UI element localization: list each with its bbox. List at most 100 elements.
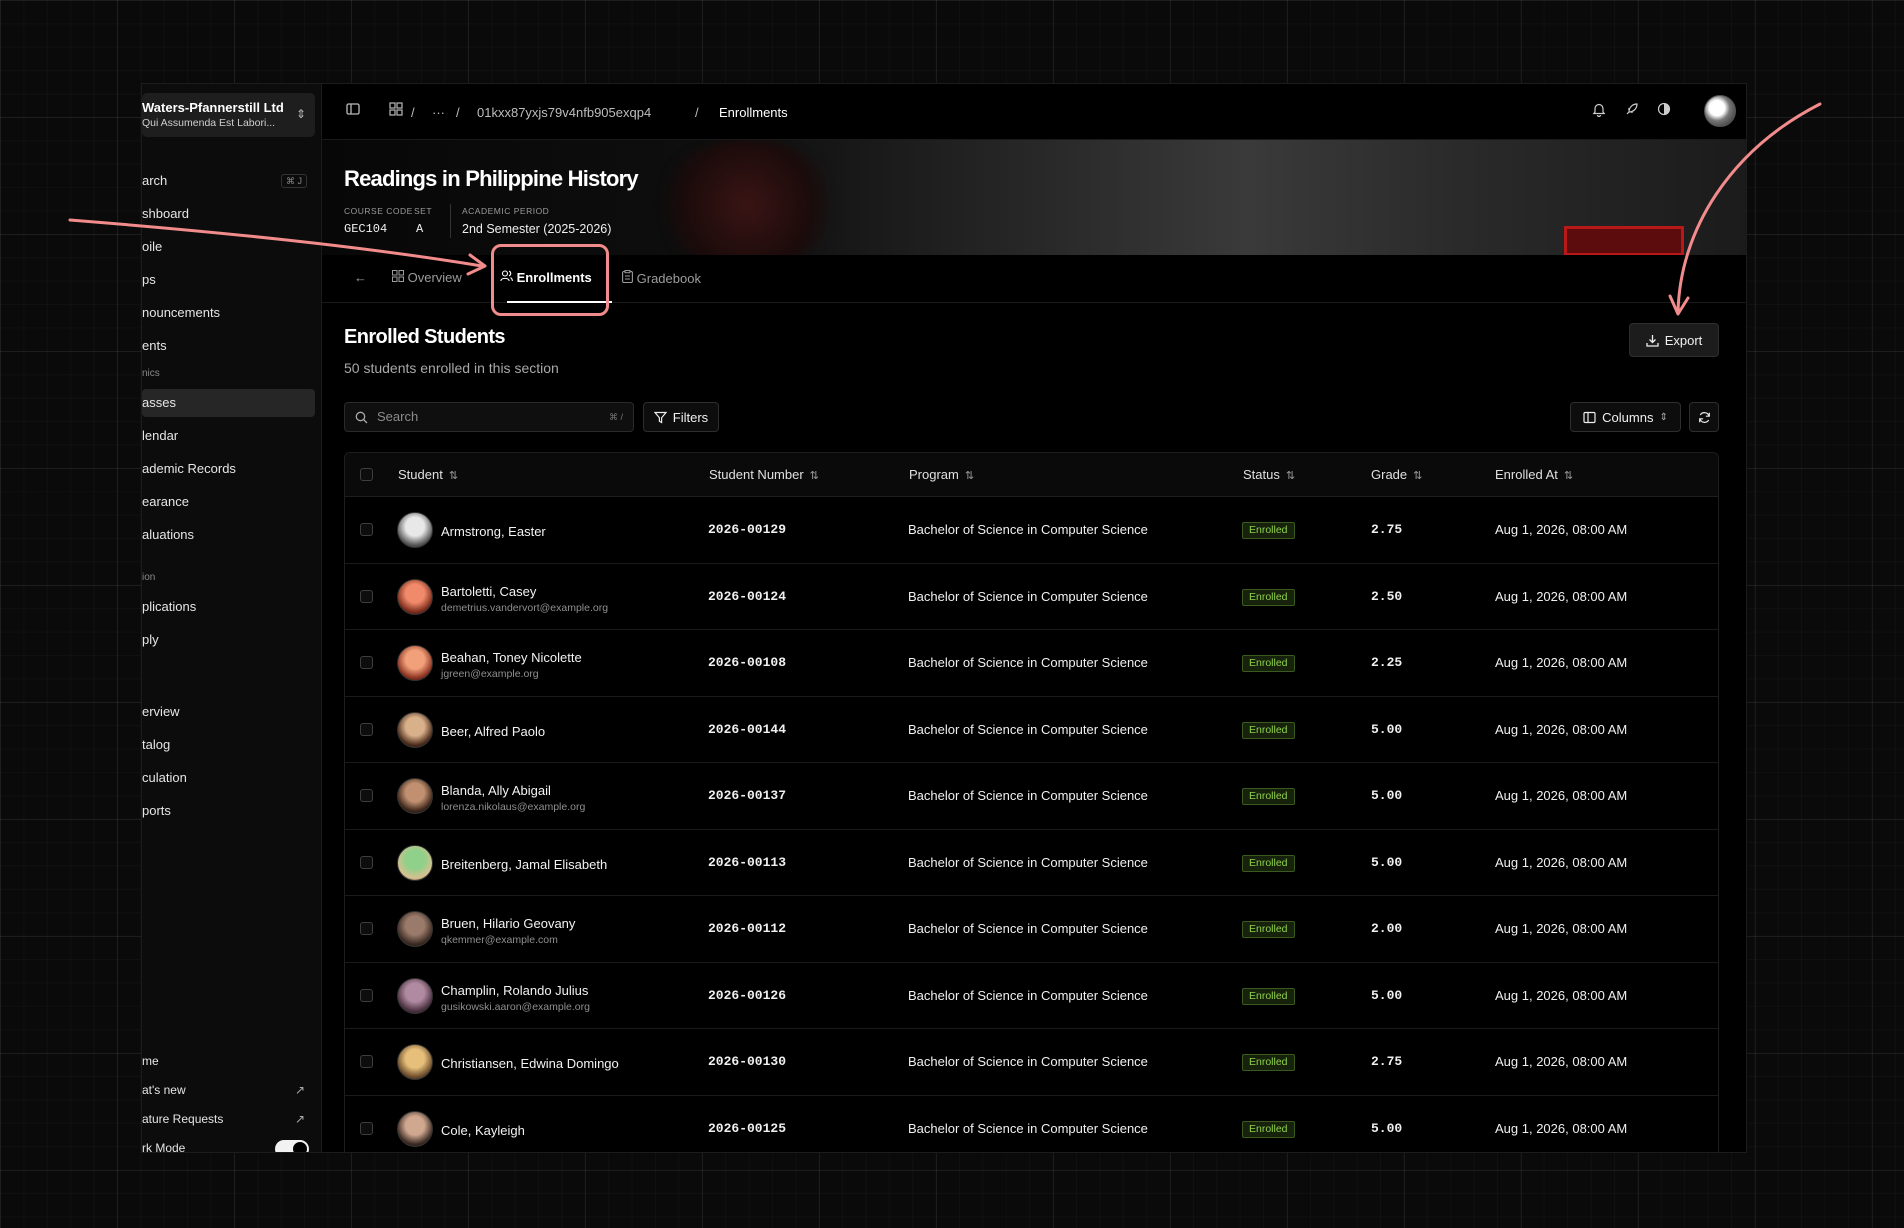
row-checkbox[interactable] xyxy=(360,523,373,536)
sidebar-item-apply[interactable]: ply xyxy=(142,626,315,654)
table-row[interactable]: Breitenberg, Jamal Elisabeth 2026-00113 Ba… xyxy=(345,830,1718,896)
student-name[interactable]: Bartoletti, Casey xyxy=(441,584,536,599)
sort-icon: ⇅ xyxy=(1285,470,1296,482)
sidebar-item-profile[interactable]: oile xyxy=(142,233,315,261)
sidebar-item-applications[interactable]: plications xyxy=(142,593,315,621)
top-bar: / ··· / 01kxx87yxjs79v4nfb905exqp4 / Enr… xyxy=(322,84,1746,140)
sort-icon: ⇅ xyxy=(1413,470,1423,482)
sidebar-item-feature-requests[interactable]: ature Requests ↗ xyxy=(142,1105,315,1133)
row-checkbox[interactable] xyxy=(360,722,373,736)
row-checkbox[interactable] xyxy=(360,988,373,1002)
bell-icon[interactable] xyxy=(1592,102,1606,120)
sidebar-item-home[interactable]: me xyxy=(142,1047,315,1075)
status-badge: Enrolled xyxy=(1242,1120,1295,1138)
sidebar-item-overview[interactable]: erview xyxy=(142,698,315,726)
row-checkbox[interactable] xyxy=(360,1055,373,1068)
sidebar-item-dashboard[interactable]: shboard xyxy=(142,200,315,228)
student-name[interactable]: Breitenberg, Jamal Elisabeth xyxy=(441,857,607,872)
sidebar-item-reports[interactable]: ports xyxy=(142,797,315,825)
avatar xyxy=(397,1110,433,1147)
column-student[interactable]: Student ⇅ xyxy=(398,467,458,482)
dark-mode-toggle[interactable] xyxy=(275,1140,309,1152)
sidebar-item-evaluations[interactable]: aluations xyxy=(142,521,315,549)
sidebar-search[interactable]: arch ⌘ J xyxy=(142,167,315,195)
sidebar-item-clearance[interactable]: earance xyxy=(142,488,315,516)
contrast-icon[interactable] xyxy=(1657,102,1671,119)
sidebar-item-events[interactable]: ents xyxy=(142,332,315,360)
sidebar-item-apps[interactable]: ps xyxy=(142,266,315,294)
search-shortcut: ⌘ J xyxy=(280,174,307,188)
student-email: demetrius.vandervort@example.org xyxy=(441,601,609,614)
sidebar-item-whats-new[interactable]: at's new ↗ xyxy=(142,1076,315,1104)
sidebar-item-calendar[interactable]: lendar xyxy=(142,422,315,450)
sort-icon: ⇅ xyxy=(448,470,459,482)
table-row[interactable]: Champlin, Rolando Julius gusikowski.aaron… xyxy=(345,963,1718,1029)
user-avatar[interactable] xyxy=(1704,95,1736,127)
breadcrumb-separator: / xyxy=(456,105,460,120)
table-row[interactable]: Beahan, Toney Nicolette jgreen@example.or… xyxy=(345,630,1718,697)
divider xyxy=(450,204,451,238)
enrolled-at: Aug 1, 2026, 08:00 AM xyxy=(1495,854,1628,870)
rocket-icon[interactable] xyxy=(1625,102,1639,119)
row-checkbox[interactable] xyxy=(360,922,373,935)
row-checkbox[interactable] xyxy=(360,855,373,869)
student-name[interactable]: Bruen, Hilario Geovany xyxy=(441,916,575,931)
row-checkbox[interactable] xyxy=(360,789,373,802)
table-row[interactable]: Christiansen, Edwina Domingo 2026-00130 Ba… xyxy=(345,1029,1718,1096)
student-number: 2026-00137 xyxy=(708,788,787,803)
student-name[interactable]: Blanda, Ally Abigail xyxy=(441,783,551,798)
program: Bachelor of Science in Computer Science xyxy=(908,522,1148,537)
table-row[interactable]: Bruen, Hilario Geovany qkemmer@example.co… xyxy=(345,896,1718,963)
enrolled-at: Aug 1, 2026, 08:00 AM xyxy=(1495,721,1628,737)
sidebar-item-catalog[interactable]: talog xyxy=(142,731,315,759)
tab-gradebook[interactable]: Gradebook xyxy=(622,270,701,286)
column-program-label: Program xyxy=(909,467,959,482)
academic-period: 2nd Semester (2025-2026) xyxy=(462,222,612,236)
table-row[interactable]: Blanda, Ally Abigail lorenza.nikolaus@exa… xyxy=(345,763,1718,830)
sidebar-item-academic-records[interactable]: ademic Records xyxy=(142,455,315,483)
student-number: 2026-00144 xyxy=(708,721,787,737)
student-name[interactable]: Christiansen, Edwina Domingo xyxy=(441,1056,619,1071)
columns-button[interactable]: Columns ⇕ xyxy=(1570,402,1681,432)
back-arrow-icon[interactable]: ← xyxy=(354,270,367,285)
sidebar-item-classes[interactable]: asses xyxy=(142,389,315,417)
sidebar-item-announcements[interactable]: nouncements xyxy=(142,299,315,327)
column-enrolled-at[interactable]: Enrolled At ⇅ xyxy=(1495,467,1573,482)
overview-icon xyxy=(392,270,404,282)
breadcrumb-id[interactable]: 01kxx87yxjs79v4nfb905exqp4 xyxy=(477,105,651,120)
row-checkbox[interactable] xyxy=(360,1121,373,1135)
table-row[interactable]: Armstrong, Easter 2026-00129 Bachelor of S… xyxy=(345,497,1718,564)
filters-button[interactable]: Filters xyxy=(643,402,719,432)
column-program[interactable]: Program ⇅ xyxy=(909,467,974,482)
student-name[interactable]: Armstrong, Easter xyxy=(441,524,546,539)
student-name[interactable]: Beer, Alfred Paolo xyxy=(441,724,545,739)
sort-icon: ⇅ xyxy=(1563,470,1574,482)
org-switcher[interactable]: Waters-Pfannerstill Ltd Qui Assumenda Es… xyxy=(142,93,315,137)
grid-icon[interactable] xyxy=(389,102,403,119)
status-badge: Enrolled xyxy=(1242,522,1295,539)
course-header: Readings in Philippine History COURSE CO… xyxy=(322,140,1746,255)
table-row[interactable]: Beer, Alfred Paolo 2026-00144 Bachelor of … xyxy=(345,697,1718,763)
student-name[interactable]: Champlin, Rolando Julius xyxy=(441,983,588,998)
table-row[interactable]: Bartoletti, Casey demetrius.vandervort@ex… xyxy=(345,564,1718,630)
column-status[interactable]: Status ⇅ xyxy=(1243,467,1295,482)
sort-icon: ⇅ xyxy=(964,470,975,482)
student-name[interactable]: Cole, Kayleigh xyxy=(441,1123,525,1138)
select-all-checkbox[interactable] xyxy=(360,468,373,481)
row-checkbox[interactable] xyxy=(360,656,373,669)
breadcrumb-ellipsis[interactable]: ··· xyxy=(432,105,445,120)
export-button[interactable]: Export xyxy=(1629,323,1719,357)
refresh-button[interactable] xyxy=(1689,402,1719,432)
status-badge: Enrolled xyxy=(1242,588,1295,606)
tab-overview[interactable]: Overview xyxy=(392,270,462,285)
column-student-number[interactable]: Student Number ⇅ xyxy=(709,467,819,482)
search-input[interactable]: Search ⌘ / xyxy=(344,402,634,432)
table-row[interactable]: Cole, Kayleigh 2026-00125 Bachelor of Scie… xyxy=(345,1096,1718,1153)
sidebar-item-circulation[interactable]: culation xyxy=(142,764,315,792)
student-name[interactable]: Beahan, Toney Nicolette xyxy=(441,650,582,665)
column-grade[interactable]: Grade ⇅ xyxy=(1371,467,1422,482)
enrolled-at: Aug 1, 2026, 08:00 AM xyxy=(1495,921,1628,936)
avatar xyxy=(397,711,433,748)
sidebar-toggle-icon[interactable] xyxy=(346,102,360,119)
row-checkbox[interactable] xyxy=(360,589,373,603)
